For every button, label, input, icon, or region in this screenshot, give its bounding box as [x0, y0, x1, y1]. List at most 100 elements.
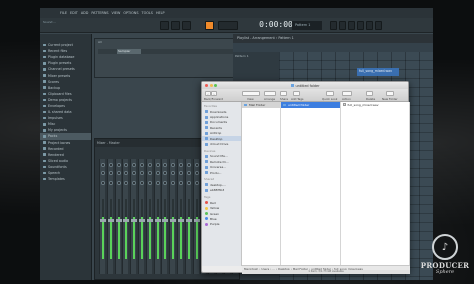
stop-button[interactable]: [171, 21, 180, 30]
tool-button[interactable]: [375, 21, 382, 30]
file-row[interactable]: full_song_mixed.wav: [341, 102, 409, 108]
zoom-button[interactable]: [214, 84, 217, 87]
tempo-display[interactable]: [218, 21, 238, 30]
knob-icon[interactable]: [101, 181, 105, 185]
knob-icon[interactable]: [116, 171, 121, 175]
knob-icon[interactable]: [101, 163, 105, 167]
knob-icon[interactable]: [186, 163, 191, 167]
volume-fader[interactable]: [107, 219, 114, 222]
knob-icon[interactable]: [124, 181, 129, 185]
knob-icon[interactable]: [132, 171, 137, 175]
tool-button[interactable]: [339, 21, 346, 30]
volume-fader[interactable]: [100, 219, 106, 222]
mixer-channel[interactable]: [138, 159, 145, 274]
knob-icon[interactable]: [124, 163, 129, 167]
action-button[interactable]: [342, 91, 352, 96]
mixer-channel[interactable]: [106, 159, 114, 274]
mixer-channel[interactable]: [169, 159, 177, 274]
knob-icon[interactable]: [101, 171, 105, 175]
browser-item[interactable]: Templates: [40, 176, 91, 182]
mixer-channel[interactable]: [184, 159, 192, 274]
channel-name[interactable]: Sampler: [117, 49, 141, 54]
volume-fader[interactable]: [185, 219, 192, 222]
mixer-channel[interactable]: [161, 159, 169, 274]
knob-icon[interactable]: [179, 171, 183, 175]
folder-row[interactable]: untitled folder: [281, 102, 340, 108]
menu-file[interactable]: FILE: [60, 11, 67, 15]
volume-fader[interactable]: [146, 219, 153, 222]
knob-icon[interactable]: [108, 181, 113, 185]
knob-icon[interactable]: [147, 163, 152, 167]
mixer-channel[interactable]: [192, 159, 200, 274]
knob-icon[interactable]: [171, 181, 176, 185]
channel-rack-filter[interactable]: All: [98, 40, 102, 44]
knob-icon[interactable]: [155, 171, 160, 175]
menu-view[interactable]: VIEW: [112, 11, 121, 15]
knob-icon[interactable]: [171, 171, 176, 175]
mixer-channel[interactable]: [177, 159, 184, 274]
menu-tools[interactable]: TOOLS: [142, 11, 153, 15]
knob-icon[interactable]: [163, 181, 168, 185]
knob-icon[interactable]: [140, 163, 144, 167]
knob-icon[interactable]: [108, 171, 113, 175]
knob-icon[interactable]: [140, 181, 144, 185]
arrange-button[interactable]: [264, 91, 276, 96]
knob-icon[interactable]: [124, 171, 129, 175]
knob-icon[interactable]: [186, 181, 191, 185]
mixer-channel[interactable]: [99, 159, 106, 274]
knob-icon[interactable]: [171, 163, 176, 167]
knob-icon[interactable]: [147, 171, 152, 175]
knob-icon[interactable]: [163, 163, 168, 167]
tool-button[interactable]: [366, 21, 373, 30]
knob-icon[interactable]: [179, 181, 183, 185]
knob-icon[interactable]: [116, 163, 121, 167]
volume-fader[interactable]: [193, 219, 200, 222]
knob-icon[interactable]: [194, 181, 199, 185]
play-button[interactable]: [160, 21, 169, 30]
volume-fader[interactable]: [131, 219, 138, 222]
add-tags-button[interactable]: [293, 91, 300, 96]
close-button[interactable]: [205, 84, 208, 87]
knob-icon[interactable]: [140, 171, 144, 175]
volume-fader[interactable]: [123, 219, 130, 222]
knob-icon[interactable]: [186, 171, 191, 175]
sidebar-item[interactable]: Purple: [202, 222, 241, 227]
volume-fader[interactable]: [178, 219, 184, 222]
delete-button[interactable]: [366, 91, 373, 96]
mixer-channel[interactable]: [153, 159, 161, 274]
menu-help[interactable]: HELP: [156, 11, 165, 15]
volume-fader[interactable]: [154, 219, 161, 222]
knob-icon[interactable]: [194, 163, 199, 167]
share-button[interactable]: [280, 91, 287, 96]
knob-icon[interactable]: [163, 171, 168, 175]
menu-options[interactable]: OPTIONS: [123, 11, 138, 15]
new-folder-button[interactable]: [386, 91, 394, 96]
mixer-channel[interactable]: [114, 159, 122, 274]
pattern-mode-button[interactable]: [205, 21, 214, 30]
tool-button[interactable]: [348, 21, 355, 30]
knob-icon[interactable]: [194, 171, 199, 175]
forward-button[interactable]: ›: [211, 91, 217, 96]
tool-button[interactable]: [357, 21, 364, 30]
mixer-channel[interactable]: [145, 159, 153, 274]
quick-look-button[interactable]: [326, 91, 334, 96]
knob-icon[interactable]: [116, 181, 121, 185]
folder-row[interactable]: Mail Folder: [242, 102, 280, 108]
knob-icon[interactable]: [132, 181, 137, 185]
knob-icon[interactable]: [132, 163, 137, 167]
record-button[interactable]: [182, 21, 191, 30]
minimize-button[interactable]: [209, 84, 213, 87]
tool-button[interactable]: [330, 21, 337, 30]
volume-fader[interactable]: [115, 219, 122, 222]
knob-icon[interactable]: [155, 181, 160, 185]
volume-fader[interactable]: [139, 219, 145, 222]
knob-icon[interactable]: [155, 163, 160, 167]
menu-edit[interactable]: EDIT: [70, 11, 78, 15]
pattern-selector[interactable]: Pattern 1: [292, 21, 322, 30]
mixer-channel[interactable]: [122, 159, 130, 274]
knob-icon[interactable]: [147, 181, 152, 185]
mixer-channel[interactable]: [130, 159, 138, 274]
volume-fader[interactable]: [170, 219, 177, 222]
menu-patterns[interactable]: PATTERNS: [91, 11, 108, 15]
volume-fader[interactable]: [162, 219, 169, 222]
